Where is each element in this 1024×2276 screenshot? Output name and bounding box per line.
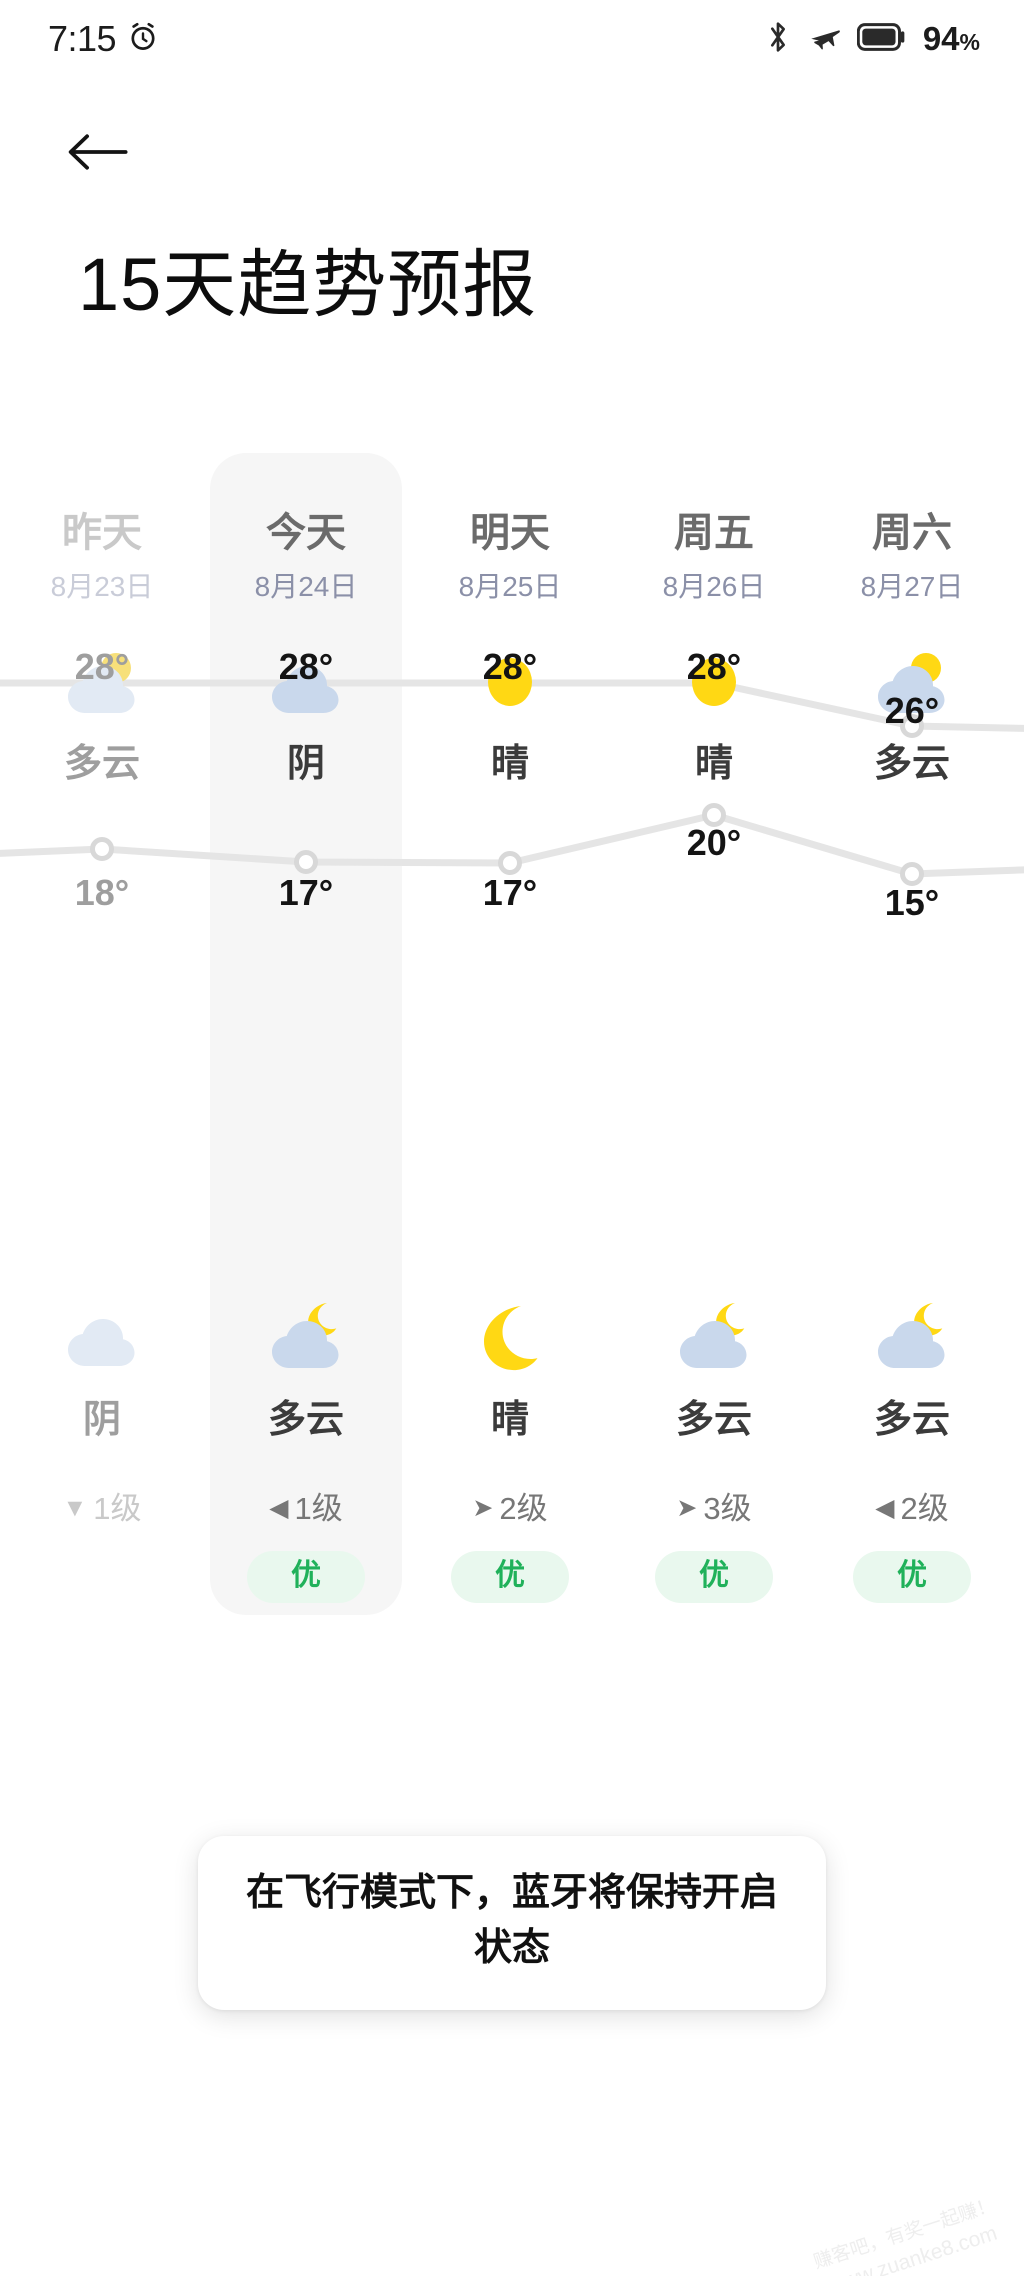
wind-info: ◀ 1级 (210, 1493, 402, 1524)
day-name: 今天 (266, 511, 346, 555)
low-temp-label: 17° (278, 872, 334, 913)
wind-direction-icon: ➤ (472, 1494, 494, 1522)
wind-level: 2级 (900, 1491, 949, 1526)
weather-trend-screen: 7:15 94% 15天趋势预报 昨天 8月23日 多云 28° 18° 阴 ▼… (0, 0, 1024, 2276)
wind-level: 3级 (703, 1491, 752, 1526)
back-arrow-icon (66, 129, 130, 180)
high-temp-label: 28° (482, 646, 538, 687)
day-date: 8月25日 (458, 571, 562, 602)
night-condition: 晴 (490, 1399, 529, 1441)
night-condition: 多云 (873, 1399, 950, 1441)
night-condition: 阴 (82, 1399, 121, 1441)
day-date: 8月26日 (662, 571, 766, 602)
status-bar: 7:15 94% (0, 0, 1024, 78)
watermark-line-2: www.zuanke8.com (826, 2221, 1000, 2276)
wind-info: ◀ 2级 (816, 1493, 1008, 1524)
high-temp-label: 28° (278, 646, 334, 687)
wind-level: 2级 (499, 1491, 548, 1526)
forecast-column-today[interactable]: 今天 8月24日 阴 28° 17° 多云 ◀ 1级 优 (210, 453, 402, 1615)
wind-direction-icon: ◀ (875, 1494, 895, 1522)
day-date: 8月24日 (254, 571, 358, 602)
day-name: 明天 (470, 511, 550, 555)
battery-full-icon (856, 22, 907, 57)
wind-level: 1级 (294, 1491, 343, 1526)
day-date: 8月23日 (50, 571, 154, 602)
high-temp-label: 28° (686, 646, 742, 687)
status-time: 7:15 (48, 18, 117, 59)
day-name: 昨天 (62, 511, 142, 555)
status-bar-left: 7:15 (48, 18, 160, 60)
forecast-column-friday[interactable]: 周五 8月26日 晴 28° 20° 多云 ➤ 3级 优 (618, 453, 810, 1615)
low-temp-label: 15° (884, 882, 940, 923)
cloudy-night-icon (59, 1298, 145, 1372)
low-temp-label: 20° (686, 822, 742, 863)
watermark-line-1: 赚客吧，有奖一起赚！ (811, 2194, 999, 2274)
air-quality-badge: 优 (655, 1551, 773, 1603)
day-name: 周六 (872, 511, 952, 555)
fifteen-day-trend-chart[interactable]: 昨天 8月23日 多云 28° 18° 阴 ▼ 1级 今天 8月24日 阴 28… (0, 453, 1024, 1618)
status-bar-right: 94% (763, 20, 980, 59)
day-condition: 晴 (490, 743, 529, 785)
wind-info: ➤ 2级 (414, 1493, 606, 1524)
air-quality-badge: 优 (451, 1551, 569, 1603)
day-condition: 多云 (873, 743, 950, 785)
airplane-mode-icon (807, 20, 843, 59)
day-date: 8月27日 (860, 571, 964, 602)
day-name: 周五 (674, 511, 754, 555)
air-quality-badge: 优 (247, 1551, 365, 1603)
wind-direction-icon: ◀ (269, 1494, 289, 1522)
bluetooth-icon (763, 20, 793, 59)
night-condition: 多云 (267, 1399, 344, 1441)
clear-night-moon-icon (467, 1298, 553, 1372)
low-temp-label: 18° (74, 872, 130, 913)
wind-direction-icon: ➤ (676, 1494, 698, 1522)
watermark: 赚客吧，有奖一起赚！ www.zuanke8.com (811, 2193, 1008, 2276)
wind-direction-icon: ▼ (62, 1494, 88, 1522)
wind-level: 1级 (93, 1491, 142, 1526)
back-button[interactable] (62, 118, 134, 190)
high-temp-label: 26° (884, 690, 940, 731)
high-temp-label: 28° (74, 646, 130, 687)
battery-percent: 94% (922, 20, 980, 57)
day-condition: 阴 (286, 743, 325, 785)
wind-info: ▼ 1级 (6, 1493, 198, 1524)
partly-cloudy-night-icon (671, 1298, 757, 1372)
air-quality-badge: 优 (853, 1551, 971, 1603)
toast-message: 在飞行模式下，蓝牙将保持开启状态 (198, 1836, 826, 2011)
alarm-clock-icon (126, 20, 160, 59)
forecast-column-yesterday[interactable]: 昨天 8月23日 多云 28° 18° 阴 ▼ 1级 (6, 453, 198, 1615)
forecast-column-tomorrow[interactable]: 明天 8月25日 晴 28° 17° 晴 ➤ 2级 优 (414, 453, 606, 1615)
page-title: 15天趋势预报 (78, 243, 538, 326)
forecast-column-saturday[interactable]: 周六 8月27日 多云 26° 15° 多云 ◀ 2级 优 (816, 453, 1008, 1615)
wind-info: ➤ 3级 (618, 1493, 810, 1524)
day-condition: 晴 (694, 743, 733, 785)
night-condition: 多云 (675, 1399, 752, 1441)
day-condition: 多云 (63, 743, 140, 785)
partly-cloudy-night-icon (263, 1298, 349, 1372)
partly-cloudy-night-icon (869, 1298, 955, 1372)
low-temp-label: 17° (482, 872, 538, 913)
